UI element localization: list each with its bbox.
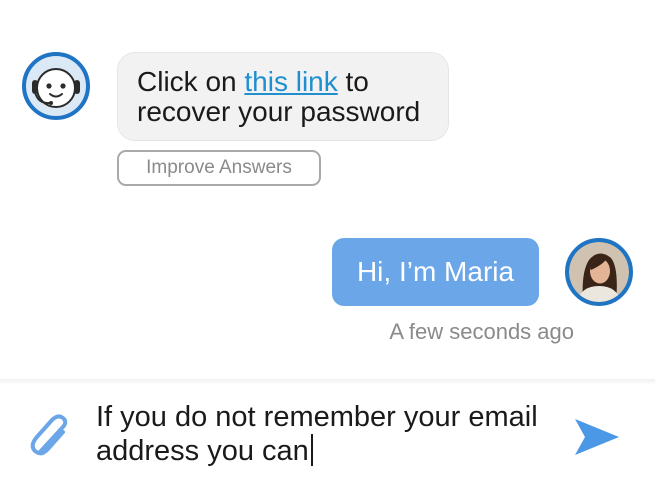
robot-avatar-icon: [26, 56, 86, 116]
recover-password-link[interactable]: this link: [244, 66, 337, 97]
bot-message-bubble: Click on this link to recover your passw…: [117, 52, 449, 141]
message-input-line1: If you do not remember your email: [96, 401, 538, 433]
user-avatar: [565, 238, 633, 306]
bot-message-prefix: Click on: [137, 66, 245, 97]
message-input-line2: address you can: [96, 435, 309, 467]
bot-message-line2: recover your password: [137, 96, 421, 127]
bot-message-suffix: to: [337, 66, 369, 97]
user-avatar-photo: [569, 242, 629, 302]
improve-answers-button[interactable]: Improve Answers: [117, 150, 321, 186]
message-input[interactable]: If you do not remember your email addres…: [96, 401, 556, 468]
composer-divider: [0, 379, 655, 385]
user-message-bubble: Hi, I’m Maria: [332, 238, 539, 306]
user-message-text: Hi, I’m Maria: [356, 256, 515, 287]
paperclip-icon[interactable]: [30, 414, 74, 460]
bot-avatar: [22, 52, 90, 120]
message-timestamp: A few seconds ago: [389, 319, 574, 344]
send-arrow-icon[interactable]: [573, 417, 621, 457]
text-caret: [310, 434, 313, 466]
